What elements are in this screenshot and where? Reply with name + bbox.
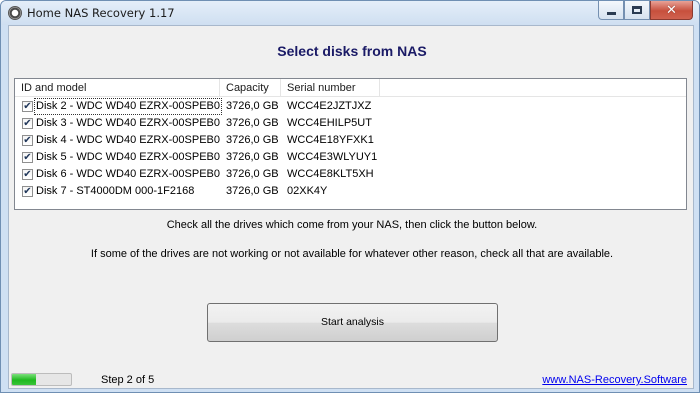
table-row[interactable]: ✔ Disk 6 - WDC WD40 EZRX-00SPEB0 3726,0 GB… <box>15 166 686 183</box>
progress-fill <box>12 374 36 385</box>
column-header-capacity[interactable]: Capacity <box>220 79 281 97</box>
disk-capacity: 3726,0 GB <box>226 134 279 146</box>
status-bar: Step 2 of 5 www.NAS-Recovery.Software <box>9 368 693 388</box>
disk-checkbox[interactable]: ✔ <box>22 101 33 112</box>
table-row[interactable]: ✔ Disk 5 - WDC WD40 EZRX-00SPEB0 3726,0 GB… <box>15 149 686 166</box>
client-area: Select disks from NAS ID and model Capac… <box>8 25 694 389</box>
disk-serial: WCC4E8KLT5XH <box>287 168 374 180</box>
close-icon: ✕ <box>666 2 677 18</box>
start-analysis-button[interactable]: Start analysis <box>207 303 498 342</box>
disk-id-model: Disk 3 - WDC WD40 EZRX-00SPEB0 <box>36 117 220 129</box>
table-row[interactable]: ✔ Disk 7 - ST4000DM 000-1F2168 3726,0 GB 02… <box>15 183 686 200</box>
disk-list[interactable]: ID and model Capacity Serial number ✔ Dis… <box>14 78 687 210</box>
disk-capacity: 3726,0 GB <box>226 168 279 180</box>
maximize-button[interactable] <box>624 1 650 20</box>
page-title: Select disks from NAS <box>277 43 427 59</box>
app-window: Home NAS Recovery 1.17 ✕ Select disks fr… <box>0 0 700 393</box>
disk-serial: 02XK4Y <box>287 185 328 197</box>
disk-serial: WCC4EHILP5UT <box>287 117 372 129</box>
list-header: ID and model Capacity Serial number <box>15 79 686 97</box>
table-row[interactable]: ✔ Disk 3 - WDC WD40 EZRX-00SPEB0 3726,0 GB… <box>15 115 686 132</box>
title-bar[interactable]: Home NAS Recovery 1.17 ✕ <box>1 1 699 25</box>
disk-capacity: 3726,0 GB <box>226 151 279 163</box>
disk-checkbox[interactable]: ✔ <box>22 135 33 146</box>
disk-serial: WCC4E3WLYUY1 <box>287 151 378 163</box>
caption-buttons: ✕ <box>598 1 693 21</box>
maximize-icon <box>632 6 642 14</box>
disk-id-model: Disk 7 - ST4000DM 000-1F2168 <box>36 185 195 197</box>
step-progress-bar <box>11 373 72 386</box>
step-indicator: Step 2 of 5 <box>101 374 155 386</box>
disk-id-model: Disk 4 - WDC WD40 EZRX-00SPEB0 <box>36 134 220 146</box>
disk-id-model: Disk 5 - WDC WD40 EZRX-00SPEB0 <box>36 151 220 163</box>
instruction-text: Check all the drives which come from you… <box>166 219 538 231</box>
minimize-button[interactable] <box>598 1 624 20</box>
disk-serial: WCC4E18YFXK1 <box>287 134 374 146</box>
table-row[interactable]: ✔ Disk 2 - WDC WD40 EZRX-00SPEB0 3726,0 GB… <box>15 98 686 115</box>
minimize-icon <box>606 11 616 15</box>
disk-checkbox[interactable]: ✔ <box>22 152 33 163</box>
column-header-serial[interactable]: Serial number <box>281 79 380 97</box>
disk-capacity: 3726,0 GB <box>226 100 279 112</box>
website-link[interactable]: www.NAS-Recovery.Software <box>542 374 687 386</box>
disk-checkbox[interactable]: ✔ <box>22 169 33 180</box>
instruction-hint: If some of the drives are not working or… <box>90 248 614 260</box>
table-row[interactable]: ✔ Disk 4 - WDC WD40 EZRX-00SPEB0 3726,0 GB… <box>15 132 686 149</box>
disk-serial: WCC4E2JZTJXZ <box>287 100 372 112</box>
disk-capacity: 3726,0 GB <box>226 185 279 197</box>
disk-id-model: Disk 6 - WDC WD40 EZRX-00SPEB0 <box>36 168 220 180</box>
window-title: Home NAS Recovery 1.17 <box>27 6 175 20</box>
disk-id-model: Disk 2 - WDC WD40 EZRX-00SPEB0 <box>34 98 222 115</box>
disk-checkbox[interactable]: ✔ <box>22 186 33 197</box>
close-button[interactable]: ✕ <box>650 1 693 20</box>
app-disk-icon <box>8 6 22 20</box>
column-header-id-model[interactable]: ID and model <box>15 79 220 97</box>
disk-capacity: 3726,0 GB <box>226 117 279 129</box>
disk-checkbox[interactable]: ✔ <box>22 118 33 129</box>
